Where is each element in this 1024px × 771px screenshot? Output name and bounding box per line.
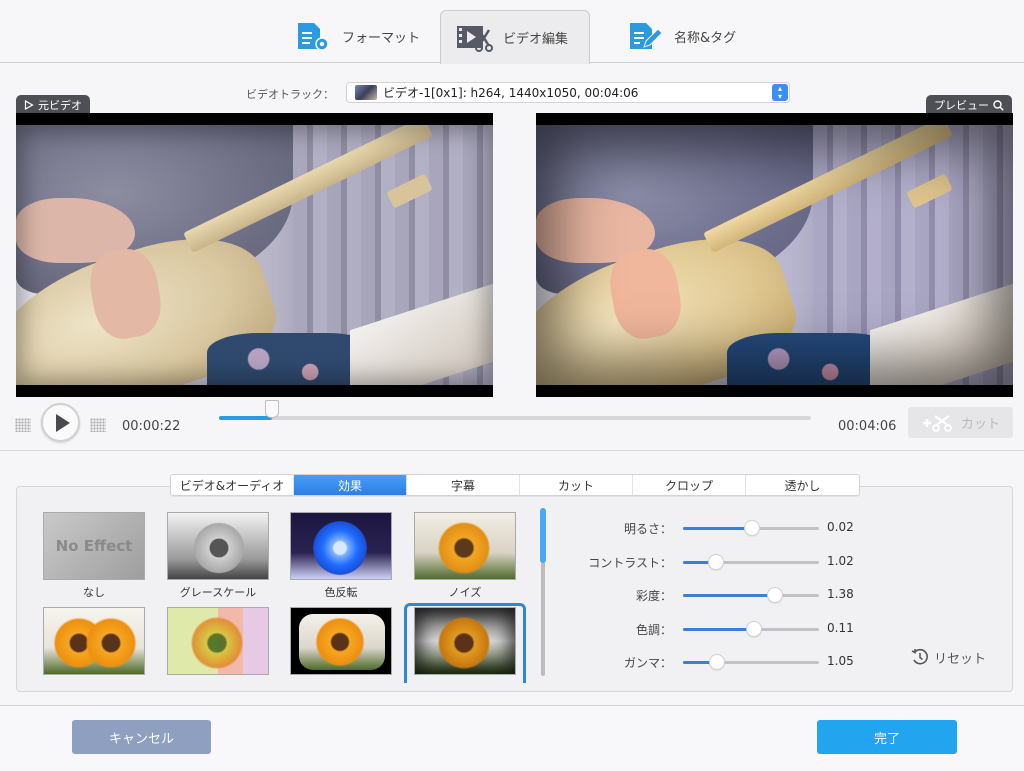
gamma-label: ガンマ： [623,656,672,670]
tab-format[interactable]: フォーマット [280,10,434,63]
hue-value: 0.11 [827,621,854,635]
name-tag-edit-icon [630,22,663,49]
cancel-button[interactable]: キャンセル [72,720,211,754]
source-video-label: 元ビデオ [16,95,90,115]
section-divider [0,450,1024,451]
effect-caption: 色反転 [324,586,358,599]
effect-thumbnail [414,512,516,580]
play-outline-icon [24,100,34,110]
total-time: 00:04:06 [838,419,897,434]
effect-thumbnail: No Effect [43,512,145,580]
grip-handle-right[interactable] [90,418,106,432]
brightness-label: 明るさ： [623,522,672,536]
hue-slider[interactable] [683,622,819,636]
play-icon [55,413,70,432]
history-reset-icon [911,648,928,665]
effect-mirror[interactable] [43,607,145,675]
effect-grayscale[interactable]: グレースケール [167,512,269,600]
brightness-value: 0.02 [827,520,854,534]
saturation-label: 彩度： [635,589,672,603]
tab-name-tag-label: 名称&タグ [674,31,737,46]
plus-scissors-icon [922,414,952,432]
effect-caption: ノイズ [448,586,482,599]
source-video-player[interactable] [16,113,493,397]
saturation-slider-row: 彩度： 1.38 [570,585,860,605]
gamma-knob[interactable] [710,655,724,669]
brightness-slider-row: 明るさ： 0.02 [570,518,860,538]
source-video-label-text: 元ビデオ [38,99,82,112]
effect-thumbnail [43,607,145,675]
tab-video-edit[interactable]: ビデオ編集 [440,10,590,64]
magnifier-icon [993,99,1004,111]
effects-scrollbar-thumb[interactable] [540,508,546,563]
add-cut-button[interactable]: カット [908,407,1013,438]
subtab-subtitles[interactable]: 字幕 [407,475,520,495]
play-button[interactable] [41,403,80,442]
effect-invert[interactable]: 色反転 [290,512,392,600]
subtab-effects[interactable]: 効果 [294,475,407,495]
brightness-knob[interactable] [745,521,760,535]
effect-thumbnail [290,512,392,580]
hue-label: 色調： [635,623,672,637]
tab-video-edit-label: ビデオ編集 [503,32,569,47]
video-track-select[interactable]: ビデオ-1[0x1]: h264, 1440x1050, 00:04:06 ▴ ▾ [346,82,790,103]
effect-caption: グレースケール [179,586,257,599]
reset-button[interactable]: リセット [910,647,986,667]
contrast-knob[interactable] [708,555,723,569]
updown-chevron-icon: ▴ ▾ [772,84,788,101]
current-time: 00:00:22 [122,419,181,434]
effect-caption: なし [83,586,105,599]
selected-effect-highlight [404,603,526,683]
done-button[interactable]: 完了 [817,720,957,754]
seek-progress [219,416,273,420]
hue-slider-row: 色調： 0.11 [570,619,860,639]
reset-label: リセット [934,651,987,667]
video-track-value: ビデオ-1[0x1]: h264, 1440x1050, 00:04:06 [383,86,639,100]
preview-label-text: プレビュー [934,99,989,112]
track-thumbnail [355,85,377,100]
preview-label[interactable]: プレビュー [926,95,1012,115]
effect-thumbnail [290,607,392,675]
effect-color-split[interactable] [167,607,269,675]
contrast-slider[interactable] [683,555,819,569]
gamma-value: 1.05 [827,654,854,668]
grip-handle-left[interactable] [15,418,31,432]
effect-thumbnail [167,607,269,675]
effect-none[interactable]: No Effect なし [43,512,145,600]
format-settings-icon [298,22,329,51]
saturation-slider[interactable] [683,588,819,602]
brightness-slider[interactable] [683,521,819,535]
add-cut-label: カット [960,417,1000,432]
top-tab-bar: フォーマット ビデオ編集 名称&タグ [0,0,1024,64]
tab-format-label: フォーマット [342,31,421,46]
contrast-label: コントラスト： [588,556,672,570]
video-edit-icon [457,25,493,52]
preview-video-player[interactable] [536,113,1013,397]
gamma-slider[interactable] [683,655,819,669]
seek-slider[interactable] [219,400,811,420]
subtab-video-audio[interactable]: ビデオ&オーディオ [171,475,294,495]
subtab-watermark[interactable]: 透かし [746,475,859,495]
saturation-value: 1.38 [827,587,854,601]
contrast-slider-row: コントラスト： 1.02 [570,552,860,572]
hue-knob[interactable] [746,622,761,636]
gamma-slider-row: ガンマ： 1.05 [570,652,860,672]
effect-thumbnail [167,512,269,580]
effects-scrollbar[interactable] [540,508,546,676]
subtab-cut[interactable]: カット [520,475,633,495]
video-editor-window: フォーマット ビデオ編集 名称&タグ ビデオトラック： ビデオ-1[0x1]: … [0,0,1024,771]
saturation-knob[interactable] [768,588,783,602]
subtab-crop[interactable]: クロップ [633,475,746,495]
video-track-label: ビデオトラック： [246,88,334,101]
effect-noise[interactable]: ノイズ [414,512,516,600]
contrast-value: 1.02 [827,554,854,568]
effect-old-tv[interactable] [290,607,392,675]
edit-sub-tabs: ビデオ&オーディオ 効果 字幕 カット クロップ 透かし [170,474,860,496]
seek-handle[interactable] [265,400,280,418]
tab-name-tag[interactable]: 名称&タグ [612,10,750,63]
